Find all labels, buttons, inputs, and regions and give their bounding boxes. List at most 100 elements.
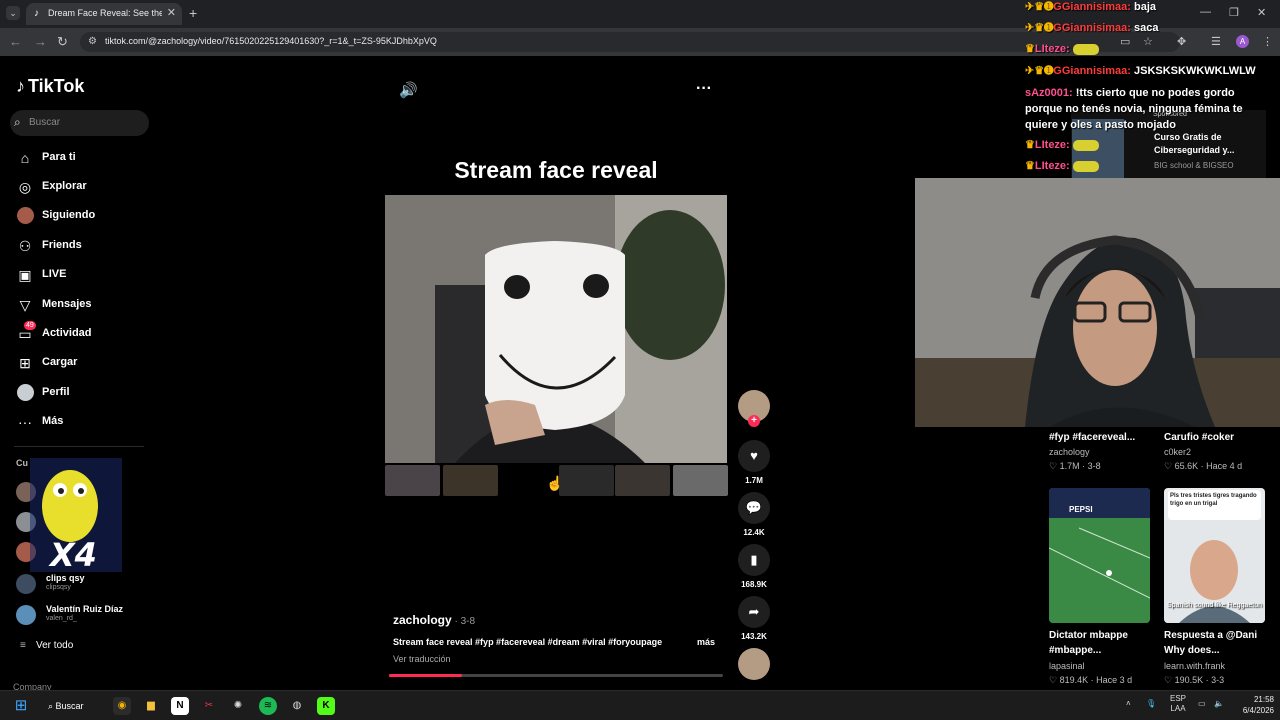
snipping-tool-icon[interactable]: ✂ [200, 697, 218, 715]
like-button[interactable]: ♥ [738, 440, 770, 472]
profile-avatar[interactable]: A [1236, 35, 1249, 48]
taskbar-search-label: Buscar [55, 701, 84, 711]
avatar [16, 605, 36, 625]
translate-link[interactable]: Ver traducción [393, 654, 451, 664]
feed-card-author[interactable]: zachology [1049, 447, 1090, 457]
chrome-icon[interactable]: ◉ [113, 697, 131, 715]
feed-thumbnail[interactable]: PEPSI [1049, 488, 1150, 623]
music-disc-avatar[interactable] [738, 648, 770, 680]
network-icon[interactable]: ▭ [1198, 699, 1206, 708]
feed-card-author[interactable]: learn.with.frank [1164, 661, 1225, 671]
sidebar-divider [14, 446, 144, 447]
obs-icon[interactable]: ◍ [288, 697, 306, 715]
chat-message: ♛LIteze: [1025, 138, 1099, 151]
badge-icon: ✈♛➊ [1025, 65, 1054, 77]
tab-search-button[interactable]: ⌄ [6, 6, 20, 20]
volume-icon[interactable]: 🔊 [399, 81, 418, 99]
media-control-icon[interactable]: ☰ [1211, 35, 1221, 48]
restore-icon[interactable]: ❐ [1229, 6, 1239, 19]
minimize-icon[interactable]: — [1200, 6, 1211, 18]
bookmark-star-icon[interactable]: ☆ [1143, 35, 1153, 48]
avatar-icon [16, 207, 34, 225]
thumb-caption: Spanish sound like Reggaeton [1167, 602, 1262, 609]
browser-menu-icon[interactable]: ⋮ [1262, 35, 1273, 48]
chat-user: GGiannisimaa: [1053, 1, 1131, 13]
feed-card-title[interactable]: Carufio #coker [1164, 430, 1269, 445]
brand-name: TikTok [28, 76, 85, 96]
search-input[interactable]: ⌕ Buscar [10, 110, 149, 136]
feed-card-likes: 65.6K [1174, 461, 1199, 471]
chat-message: ✈♛➊GGiannisimaa: saca [1025, 21, 1158, 34]
feed-card-author[interactable]: lapasinal [1049, 661, 1085, 671]
save-count: 168.9K [741, 580, 767, 589]
see-all-link[interactable]: ≡ Ver todo [20, 640, 73, 651]
account-handle: clipsqsy [46, 584, 71, 591]
video-player[interactable] [385, 195, 727, 463]
more-link[interactable]: más [697, 637, 715, 647]
nav-label: Más [42, 415, 64, 427]
thumbnail[interactable] [385, 465, 440, 496]
volume-tray-icon[interactable]: 🔈 [1214, 699, 1224, 708]
feed-card-title[interactable]: #fyp #facereveal... [1049, 430, 1154, 445]
feed-card-likes: 1.7M [1059, 461, 1080, 471]
nav-label: Explorar [42, 180, 87, 192]
tray-chevron-icon[interactable]: ˄ [1126, 699, 1131, 708]
save-button[interactable]: ▮ [738, 544, 770, 576]
badge-icon: ✈♛➊ [1025, 22, 1054, 34]
bookmark-icon: ▮ [750, 552, 758, 567]
more-icon: ··· [18, 414, 32, 430]
taskbar-search[interactable]: ⌕ Buscar [48, 696, 108, 716]
chat-user: GGiannisimaa: [1053, 22, 1131, 34]
follow-plus-icon[interactable]: + [748, 415, 760, 427]
tab-title: Dream Face Reveal: See the Vir [48, 8, 162, 18]
x4-text: X4 [48, 536, 97, 572]
microphone-icon[interactable]: 🎙 [1146, 699, 1156, 708]
chatgpt-icon[interactable]: ✺ [229, 697, 247, 715]
new-tab-button[interactable]: + [189, 5, 197, 21]
video-progress-bar[interactable] [389, 674, 723, 677]
badge-icon: ✈♛➊ [1025, 1, 1054, 13]
back-icon[interactable]: ← [9, 34, 22, 49]
address-bar[interactable]: ⚙ tiktok.com/@zachology/video/7615020225… [80, 32, 1180, 52]
tiktok-logo[interactable]: ♪ TikTok [16, 76, 84, 97]
cast-icon[interactable]: ▭ [1120, 35, 1130, 48]
browser-tab[interactable]: ♪ Dream Face Reveal: See the Vir ✕ [26, 3, 182, 25]
feed-card-author[interactable]: c0ker2 [1164, 447, 1191, 457]
windows-start-icon[interactable]: ⊞ [12, 697, 30, 715]
extensions-icon[interactable]: ✥ [1177, 35, 1186, 48]
notion-icon[interactable]: N [171, 697, 189, 715]
comment-button[interactable]: 💬 [738, 492, 770, 524]
forward-icon[interactable]: → [34, 34, 47, 49]
feed-card-title[interactable]: Dictator mbappe #mbappe... [1049, 628, 1159, 658]
thumbnail[interactable] [443, 465, 498, 496]
more-options-icon[interactable]: ··· [696, 80, 712, 98]
sponsored-title: Curso Gratis de Ciberseguridad y... [1154, 132, 1235, 155]
message-icon: ▽ [19, 297, 31, 313]
emote-overlay: X4 [30, 458, 122, 572]
thumbnail[interactable] [673, 465, 728, 496]
thumbnail[interactable] [559, 465, 614, 496]
emote-icon [1072, 43, 1099, 55]
close-window-icon[interactable]: ✕ [1257, 6, 1266, 19]
file-explorer-icon[interactable]: ▆ [142, 697, 160, 715]
kick-icon[interactable]: K [317, 697, 335, 715]
close-tab-icon[interactable]: ✕ [167, 6, 176, 19]
share-button[interactable]: ➦ [738, 596, 770, 628]
reload-icon[interactable]: ↻ [57, 34, 68, 50]
thumbnail[interactable] [615, 465, 670, 496]
sponsored-advertiser: BIG school & BIGSEO [1154, 161, 1234, 170]
chat-message: ✈♛➊GGiannisimaa: baja [1025, 0, 1156, 13]
chat-user: LIteze: [1034, 160, 1070, 172]
feed-card-title[interactable]: Respuesta a @Dani Why does... [1164, 628, 1274, 658]
feed-thumbnail[interactable]: Pls tres tristes tigres tragando trigo e… [1164, 488, 1265, 623]
thumb-quote: Pls tres tristes tigres tragando trigo e… [1168, 490, 1261, 520]
following-section-title: Cu [16, 458, 28, 468]
feed-card-date: Hace 4 d [1206, 461, 1243, 471]
profile-avatar-icon [16, 384, 34, 402]
video-author[interactable]: zachology · 3-8 [393, 613, 475, 627]
clock[interactable]: 21:58 6/4/2026 [1228, 694, 1274, 716]
account-name: Valentín Ruiz Díaz [46, 604, 124, 614]
language-indicator[interactable]: ESP LAA [1170, 694, 1186, 714]
site-info-icon[interactable]: ⚙ [88, 36, 97, 47]
spotify-icon[interactable]: ≋ [259, 697, 277, 715]
